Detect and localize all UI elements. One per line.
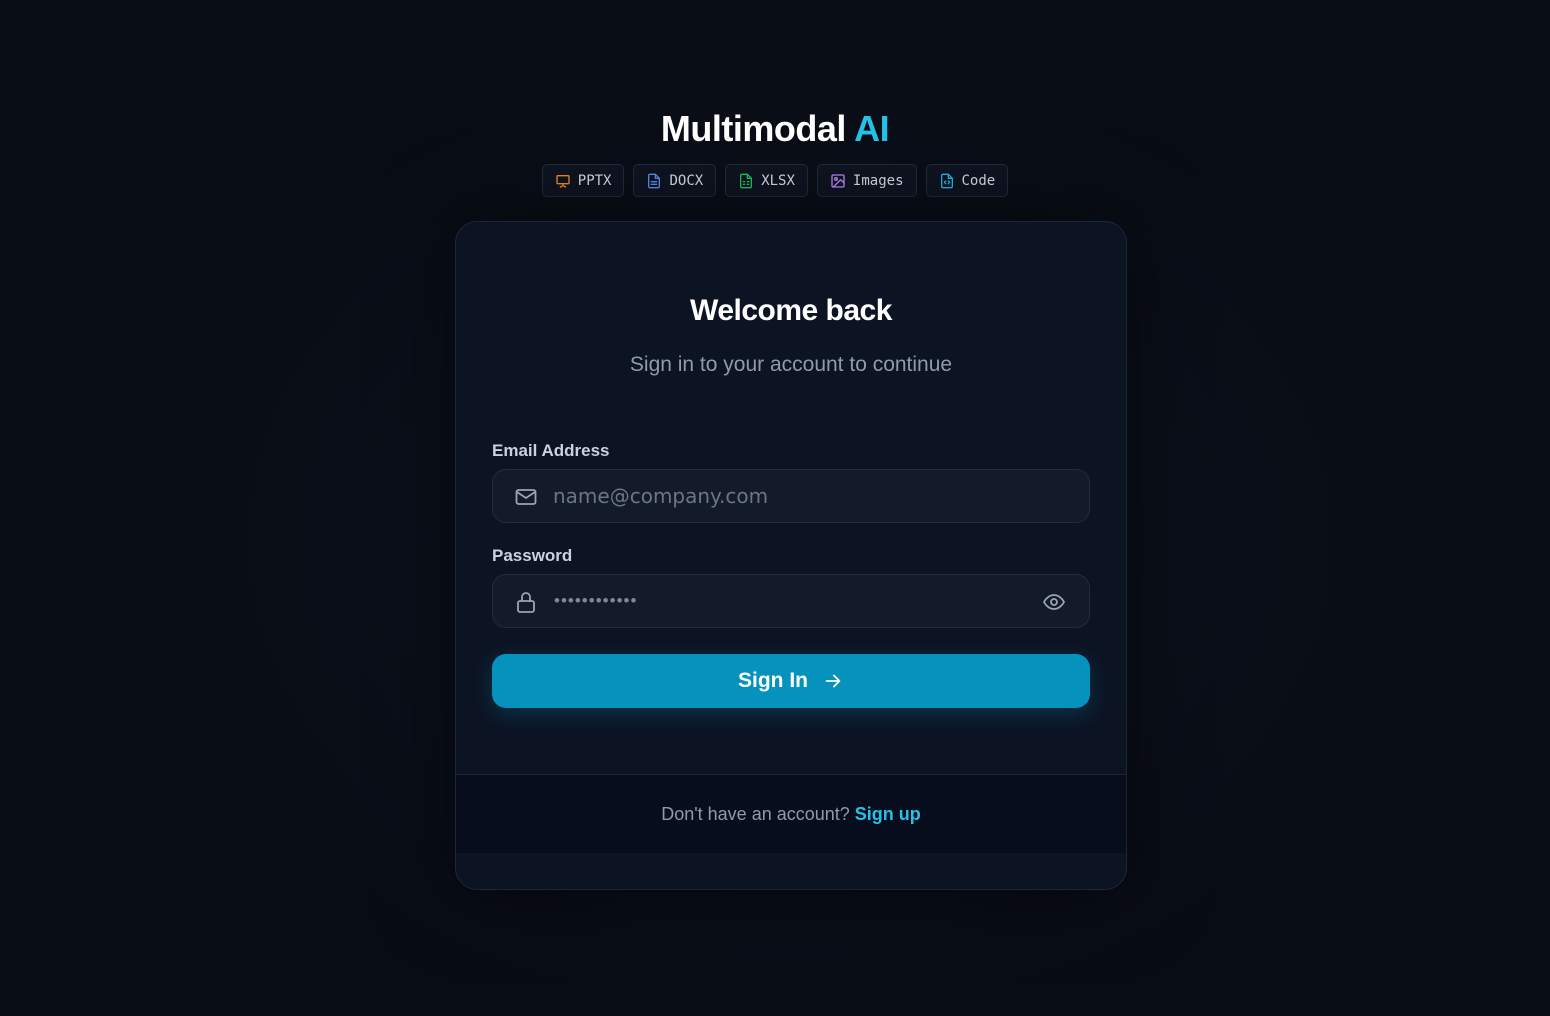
spreadsheet-icon	[740, 173, 753, 188]
chip-label: Images	[852, 172, 904, 189]
chip-label: PPTX	[577, 172, 612, 189]
sign-in-button[interactable]: Sign In	[492, 654, 1090, 708]
password-label: Password	[492, 546, 573, 565]
email-input[interactable]	[553, 470, 1013, 522]
lock-icon	[517, 592, 535, 613]
card-footer: Don't have an account? Sign up	[456, 775, 1126, 853]
email-field[interactable]	[492, 469, 1090, 523]
format-chips: PPTX DOCX XLSX Images Code	[0, 164, 1550, 197]
signup-prompt: Don't have an account?	[661, 803, 850, 824]
password-input[interactable]: ••••••••••••	[554, 589, 637, 613]
brand-title: Multimodal AI	[0, 108, 1550, 150]
brand-accent: AI	[854, 108, 890, 149]
login-card: Welcome back Sign in to your account to …	[455, 221, 1127, 890]
chip-code: Code	[925, 164, 1009, 197]
chip-pptx: PPTX	[541, 164, 625, 197]
eye-icon[interactable]	[1042, 590, 1066, 614]
chip-docx: DOCX	[633, 164, 717, 197]
email-label: Email Address	[492, 441, 610, 460]
mail-icon	[515, 489, 537, 505]
chip-xlsx: XLSX	[725, 164, 808, 197]
chip-label: DOCX	[669, 172, 704, 189]
sign-in-label: Sign In	[738, 669, 808, 692]
chip-images: Images	[816, 164, 917, 197]
brand-name: Multimodal	[660, 108, 846, 149]
presentation-icon	[556, 174, 570, 188]
chip-label: Code	[961, 172, 996, 189]
image-icon	[831, 173, 845, 188]
chip-label: XLSX	[761, 172, 795, 189]
sign-up-link[interactable]: Sign up	[855, 804, 921, 825]
arrow-right-icon	[825, 674, 841, 688]
code-file-icon	[940, 173, 953, 188]
document-icon	[648, 173, 661, 188]
card-subtitle: Sign in to your account to continue	[629, 353, 953, 376]
card-title: Welcome back	[690, 294, 892, 327]
password-field[interactable]: ••••••••••••	[492, 574, 1090, 628]
